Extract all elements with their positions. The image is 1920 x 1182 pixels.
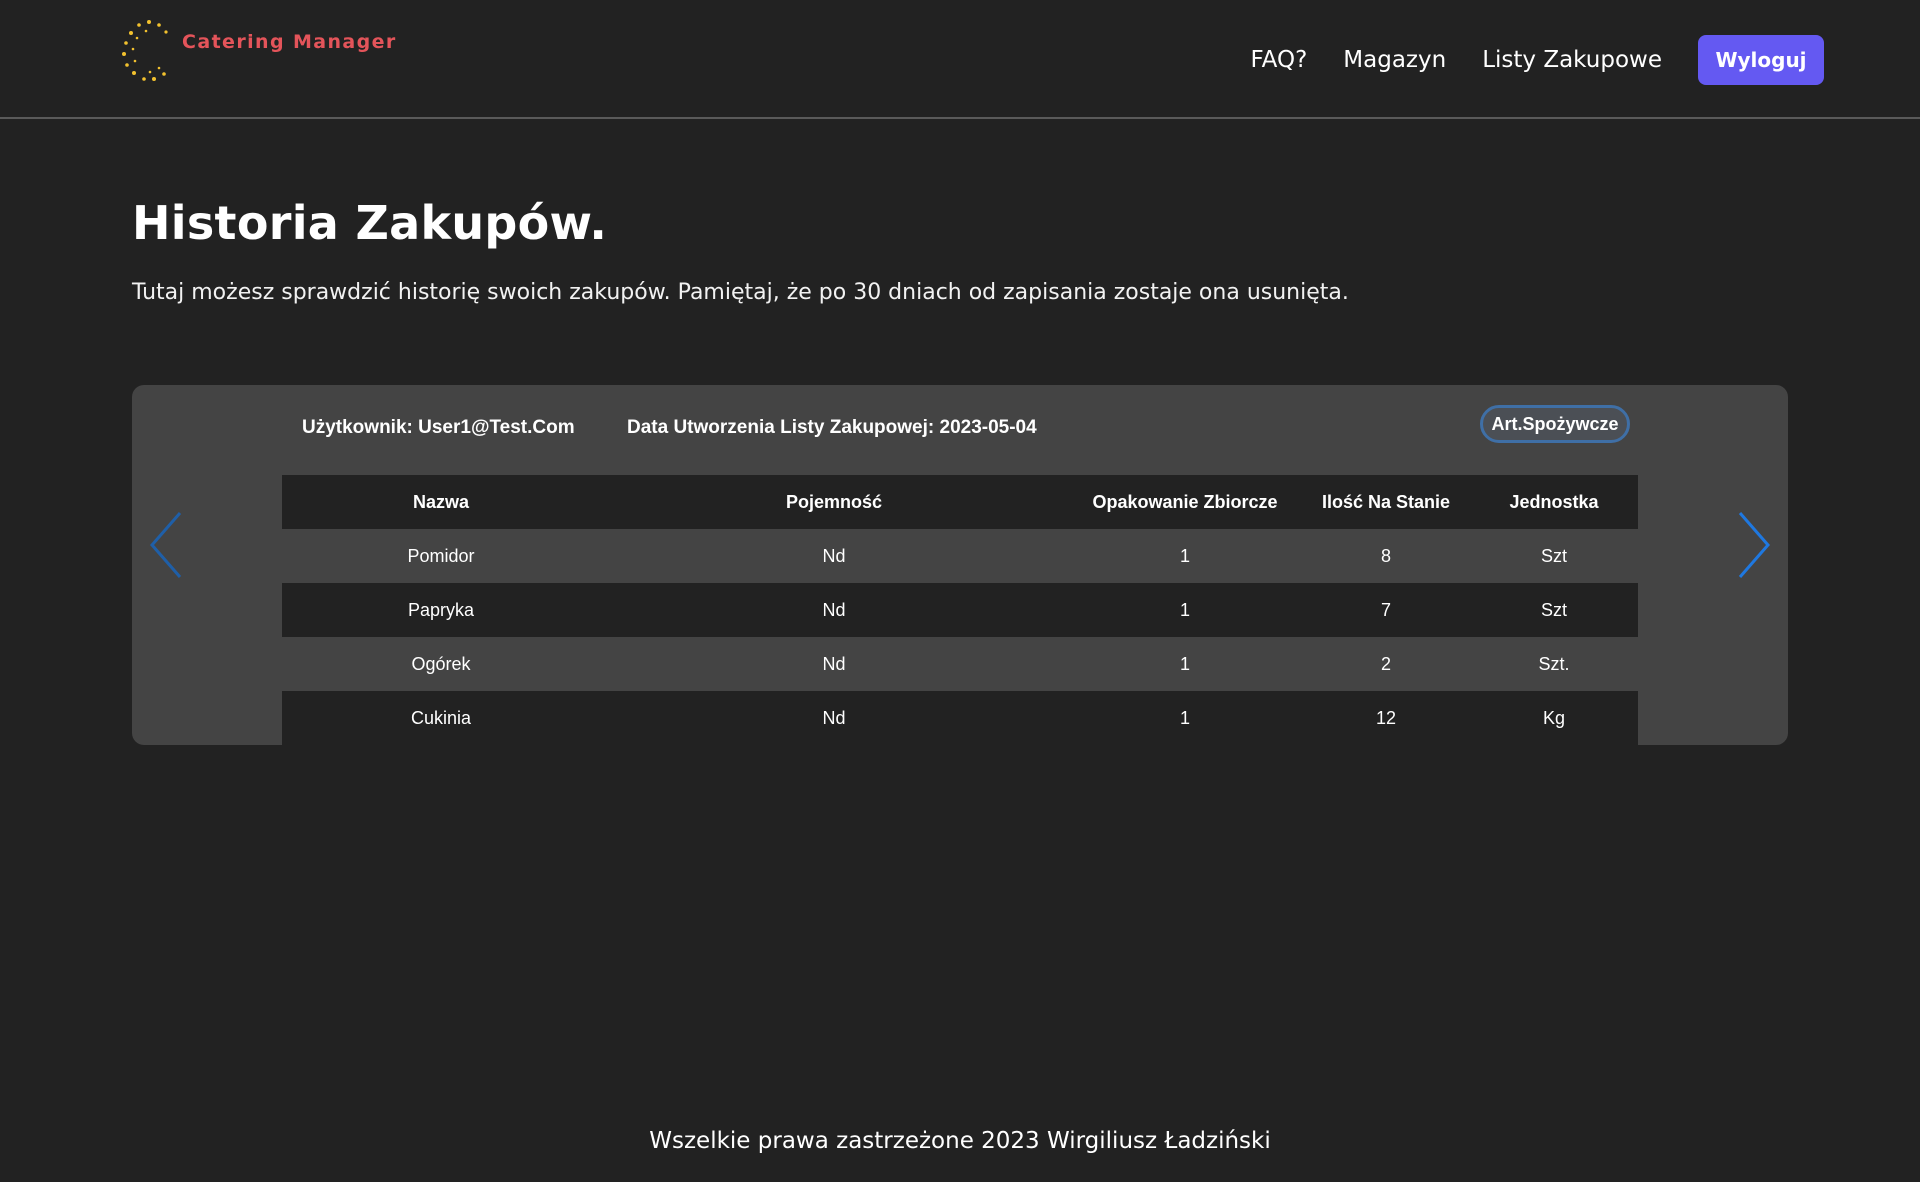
cell-bulk-package: 1	[1068, 637, 1302, 691]
dotted-circle-logo-icon	[122, 20, 168, 81]
nav-link-listy-zakupowe[interactable]: Listy Zakupowe	[1482, 35, 1662, 85]
cell-stock-quantity: 12	[1302, 691, 1470, 745]
table-row: Cukinia Nd 1 12 Kg	[282, 691, 1638, 745]
cell-stock-quantity: 2	[1302, 637, 1470, 691]
nav-link-magazyn[interactable]: Magazyn	[1343, 35, 1446, 85]
purchase-items-table: Nazwa Pojemność Opakowanie Zbiorcze Iloś…	[282, 475, 1638, 745]
cell-bulk-package: 1	[1068, 583, 1302, 637]
cell-capacity: Nd	[600, 529, 1068, 583]
purchase-history-card: Użytkownik: User1@Test.Com Data Utworzen…	[132, 385, 1788, 745]
category-badge[interactable]: Art.Spożywcze	[1480, 405, 1630, 443]
cell-bulk-package: 1	[1068, 691, 1302, 745]
list-created-date-label: Data Utworzenia Listy Zakupowej: 2023-05…	[627, 417, 1037, 438]
cell-capacity: Nd	[600, 583, 1068, 637]
cell-unit: Szt	[1470, 529, 1638, 583]
table-row: Pomidor Nd 1 8 Szt	[282, 529, 1638, 583]
column-header-nazwa: Nazwa	[282, 475, 600, 529]
footer-copyright: Wszelkie prawa zastrzeżone 2023 Wirgiliu…	[649, 1128, 1271, 1154]
column-header-pojemnosc: Pojemność	[600, 475, 1068, 529]
chevron-right-icon[interactable]	[1730, 505, 1774, 585]
page: Catering Manager FAQ? Magazyn Listy Zaku…	[0, 0, 1920, 1182]
nav-link-faq[interactable]: FAQ?	[1251, 35, 1308, 85]
top-navbar: Catering Manager FAQ? Magazyn Listy Zaku…	[0, 0, 1920, 119]
cell-name: Ogórek	[282, 637, 600, 691]
cell-unit: Kg	[1470, 691, 1638, 745]
cell-unit: Szt	[1470, 583, 1638, 637]
table-header-row: Nazwa Pojemność Opakowanie Zbiorcze Iloś…	[282, 475, 1638, 529]
list-owner-label: Użytkownik: User1@Test.Com	[302, 417, 575, 438]
cell-stock-quantity: 8	[1302, 529, 1470, 583]
page-title: Historia Zakupów.	[132, 196, 608, 250]
column-header-opakowanie-zbiorcze: Opakowanie Zbiorcze	[1068, 475, 1302, 529]
table-row: Ogórek Nd 1 2 Szt.	[282, 637, 1638, 691]
page-description: Tutaj możesz sprawdzić historię swoich z…	[132, 280, 1349, 305]
main-nav: FAQ? Magazyn Listy Zakupowe Wyloguj	[1251, 35, 1824, 85]
column-header-jednostka: Jednostka	[1470, 475, 1638, 529]
cell-name: Papryka	[282, 583, 600, 637]
column-header-ilosc-na-stanie: Ilość Na Stanie	[1302, 475, 1470, 529]
cell-capacity: Nd	[600, 691, 1068, 745]
cell-bulk-package: 1	[1068, 529, 1302, 583]
brand-name: Catering Manager	[182, 31, 397, 53]
cell-name: Cukinia	[282, 691, 600, 745]
cell-name: Pomidor	[282, 529, 600, 583]
chevron-left-icon[interactable]	[146, 505, 190, 585]
logout-button[interactable]: Wyloguj	[1698, 35, 1824, 85]
table-row: Papryka Nd 1 7 Szt	[282, 583, 1638, 637]
cell-unit: Szt.	[1470, 637, 1638, 691]
cell-capacity: Nd	[600, 637, 1068, 691]
cell-stock-quantity: 7	[1302, 583, 1470, 637]
brand-logo[interactable]: Catering Manager	[118, 16, 397, 84]
